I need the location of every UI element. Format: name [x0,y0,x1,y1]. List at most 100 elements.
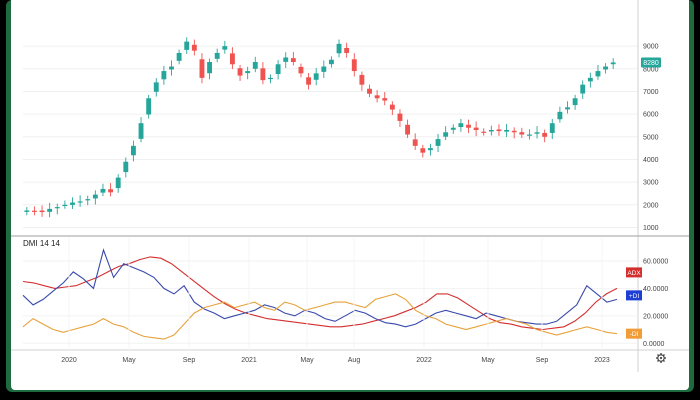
candle-body [488,130,494,132]
chart-svg[interactable]: 900080007000600050004000300020001000 828… [11,0,689,372]
candle-body [169,66,174,70]
candle-body [359,74,365,85]
candle-body [161,71,167,80]
candle-body [214,52,220,59]
price-axis-ticks: 900080007000600050004000300020001000 [643,44,659,232]
dmi-line-di [22,293,618,340]
candle-body [54,207,60,209]
candle-body [306,77,312,85]
candle-body [443,132,449,137]
candle-body [420,148,426,153]
dmi-tag-label: -DI [630,331,639,338]
candle-body [290,58,296,62]
time-tick-label: 2020 [61,357,77,364]
gear-icon[interactable] [656,353,666,363]
price-tick-label: 1000 [643,225,659,232]
candle-body [511,130,517,133]
candle-body [519,132,525,135]
candle-body [427,148,433,151]
last-price-tag: 8280 [641,57,661,68]
candle-body [70,202,75,205]
indicator-title[interactable]: DMI 14 14 [23,239,60,248]
candle-body [603,66,609,70]
time-tick-label: Aug [348,357,361,364]
candle-body [100,188,106,193]
price-tick-label: 2000 [643,202,659,209]
price-tick-label: 4000 [643,157,659,164]
candle-body [138,123,144,139]
candle-body [260,68,266,81]
candle-body [534,132,540,134]
candle-body [31,210,37,212]
candle-body [587,77,593,82]
candle-body [252,62,258,69]
candle-body [222,46,228,50]
candle-body [580,84,586,94]
candle-body [153,82,159,92]
candle-body [47,208,53,212]
dmi-line-adx [22,256,618,331]
candle-body [336,43,342,54]
candle-body [313,73,319,80]
candle-body [374,95,380,99]
dmi-tick-label: 40.0000 [643,286,668,293]
candle-body [412,139,418,146]
candle-body [542,132,548,137]
candle-body [557,111,563,120]
candle-body [245,71,251,74]
price-tick-label: 3000 [643,180,659,187]
candle-body [344,47,350,53]
candle-body [565,107,570,110]
dmi-lines [22,248,618,340]
dmi-tick-label: 20.0000 [643,313,668,320]
time-tick-label: Sep [183,357,196,364]
price-tick-label: 9000 [643,44,659,51]
candle-body [351,59,357,72]
dmi-axis-ticks: 60.0000 40.0000 20.0000 0.0000 [643,258,668,347]
candle-body [123,161,129,173]
candle-body [397,113,403,121]
candle-body [77,201,83,203]
candle-body [526,134,532,136]
candle-body [268,77,273,80]
bottom-strip [11,372,689,390]
price-tick-label: 7000 [643,89,659,96]
candle-body [473,127,479,130]
price-pane[interactable] [23,37,638,228]
candle-body [504,130,510,132]
candle-body [382,98,388,101]
candle-body [458,123,464,128]
candle-body [389,104,395,110]
time-tick-label: Sep [536,357,549,364]
candle-body [298,66,304,74]
candle-body [549,123,555,133]
chart-panel: 9000 8000 7000 6000 5000 4000 3000 2000 1000 828… [11,0,689,372]
price-tick-label: 5000 [643,134,659,141]
candle-body [85,199,91,201]
candle-body [92,194,98,199]
dmi-grid [23,260,638,344]
time-tick-label: May [122,357,136,364]
candle-body [146,98,152,115]
candle-body [237,68,243,76]
candle-body [367,88,372,94]
candle-body [283,57,289,62]
candle-body [207,62,213,74]
candle-body [199,59,205,78]
candle-body [191,44,197,51]
time-tick-label: 2021 [241,357,257,364]
candle-body [62,204,68,206]
candle-body [610,62,616,65]
candle-body [450,127,456,130]
dmi-pane[interactable] [22,248,638,344]
candle-body [115,177,121,189]
candle-body [496,129,502,132]
candle-body [275,64,281,75]
dmi-tick-label: 60.0000 [643,258,668,265]
candle-body [108,189,114,193]
dmi-tag-label: ADX [627,270,641,277]
time-tick-label: May [481,357,495,364]
candle-body [130,145,136,156]
time-tick-label: May [300,357,314,364]
candle-body [321,66,327,72]
